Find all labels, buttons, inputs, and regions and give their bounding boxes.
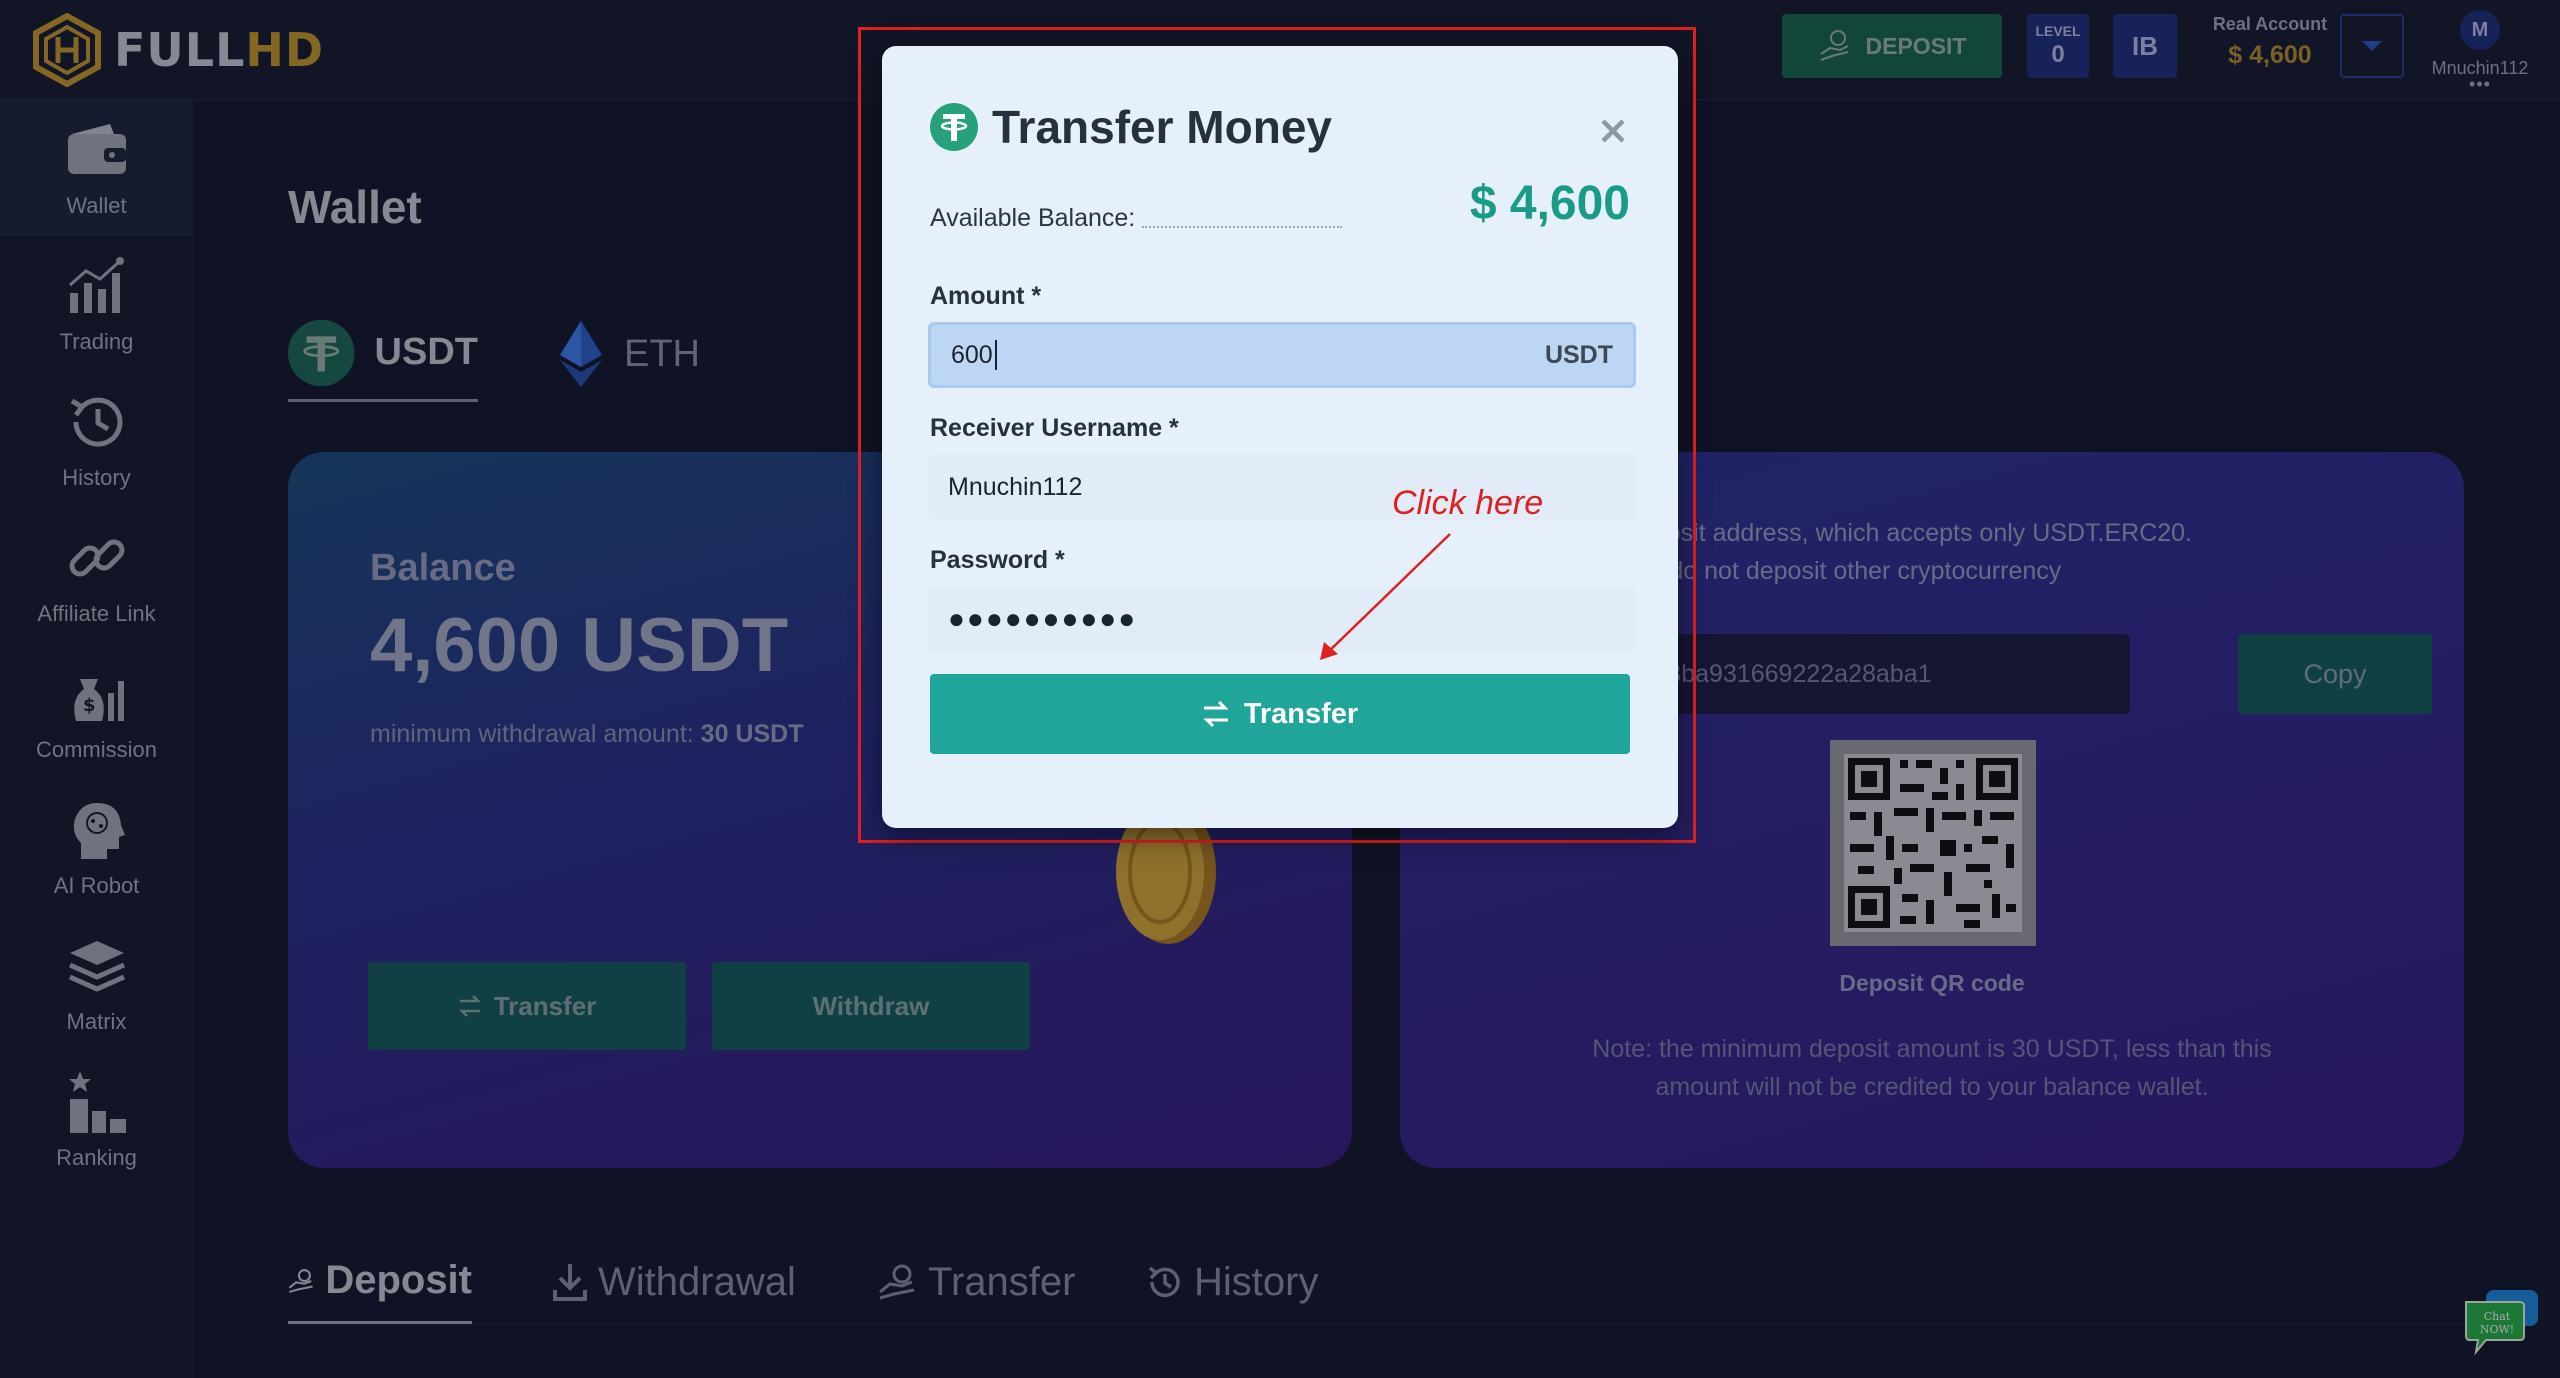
transfer-arrows-icon <box>1203 701 1229 727</box>
text-caret <box>994 340 997 370</box>
close-button[interactable] <box>1588 106 1638 156</box>
dotted-leader <box>1142 226 1342 228</box>
modal-title-text: Transfer Money <box>992 101 1332 153</box>
amount-value: 600 <box>951 340 993 369</box>
tether-icon <box>930 103 978 151</box>
receiver-username-label: Receiver Username * <box>930 414 1179 442</box>
password-mask: ●●●●●●●●●● <box>948 603 1138 634</box>
transfer-submit-button[interactable]: Transfer <box>930 674 1630 754</box>
amount-label: Amount * <box>930 282 1042 310</box>
password-input[interactable]: ●●●●●●●●●● <box>928 586 1636 652</box>
transfer-submit-label: Transfer <box>1243 697 1359 730</box>
receiver-username-value: Mnuchin112 <box>948 472 1083 501</box>
transfer-money-modal: Transfer Money Available Balance: $ 4,60… <box>882 46 1678 828</box>
annotation-click-here: Click here <box>1392 484 1544 522</box>
amount-input[interactable]: 600 USDT <box>928 322 1636 388</box>
amount-currency-suffix: USDT <box>1544 340 1613 369</box>
modal-title: Transfer Money <box>930 100 1332 154</box>
annotation-arrow-icon <box>1320 533 1451 660</box>
close-icon <box>1601 119 1625 143</box>
available-balance-label: Available Balance: <box>930 204 1136 232</box>
password-label: Password * <box>930 546 1065 574</box>
available-balance-value: $ 4,600 <box>1469 177 1630 230</box>
